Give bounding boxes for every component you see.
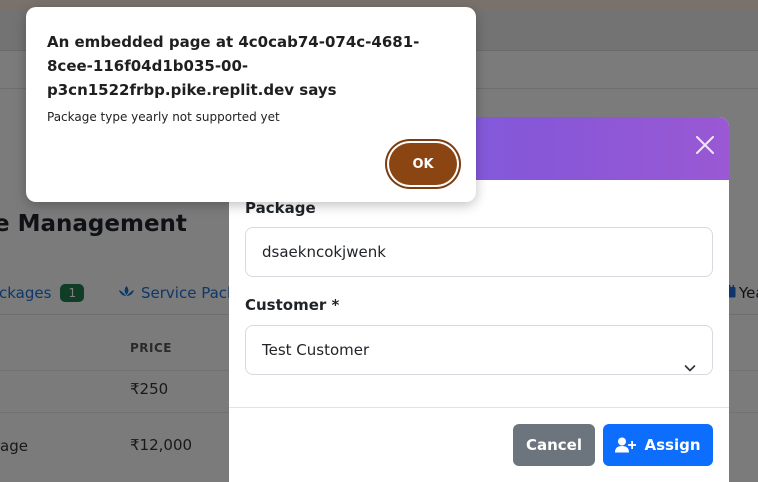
customer-label: Customer * bbox=[245, 296, 340, 314]
package-value: dsaekncokjwenk bbox=[262, 243, 386, 261]
modal-footer-divider bbox=[229, 407, 729, 408]
cancel-button-label: Cancel bbox=[525, 436, 582, 454]
customer-selected-value: Test Customer bbox=[262, 341, 370, 359]
user-plus-icon bbox=[615, 437, 637, 453]
close-icon[interactable] bbox=[693, 134, 717, 158]
cancel-button[interactable]: Cancel bbox=[513, 424, 595, 466]
alert-title: An embedded page at 4c0cab74-074c-4681-8… bbox=[47, 33, 420, 99]
browser-alert-dialog: An embedded page at 4c0cab74-074c-4681-8… bbox=[26, 7, 476, 202]
assign-button[interactable]: Assign bbox=[603, 424, 713, 466]
customer-select[interactable]: Test Customer bbox=[245, 325, 713, 375]
alert-message: Package type yearly not supported yet bbox=[47, 110, 280, 124]
package-field[interactable]: dsaekncokjwenk bbox=[245, 227, 713, 277]
alert-ok-label: OK bbox=[412, 156, 434, 172]
chevron-down-icon bbox=[684, 345, 696, 372]
alert-ok-button[interactable]: OK bbox=[389, 143, 457, 185]
assign-button-label: Assign bbox=[644, 436, 701, 454]
